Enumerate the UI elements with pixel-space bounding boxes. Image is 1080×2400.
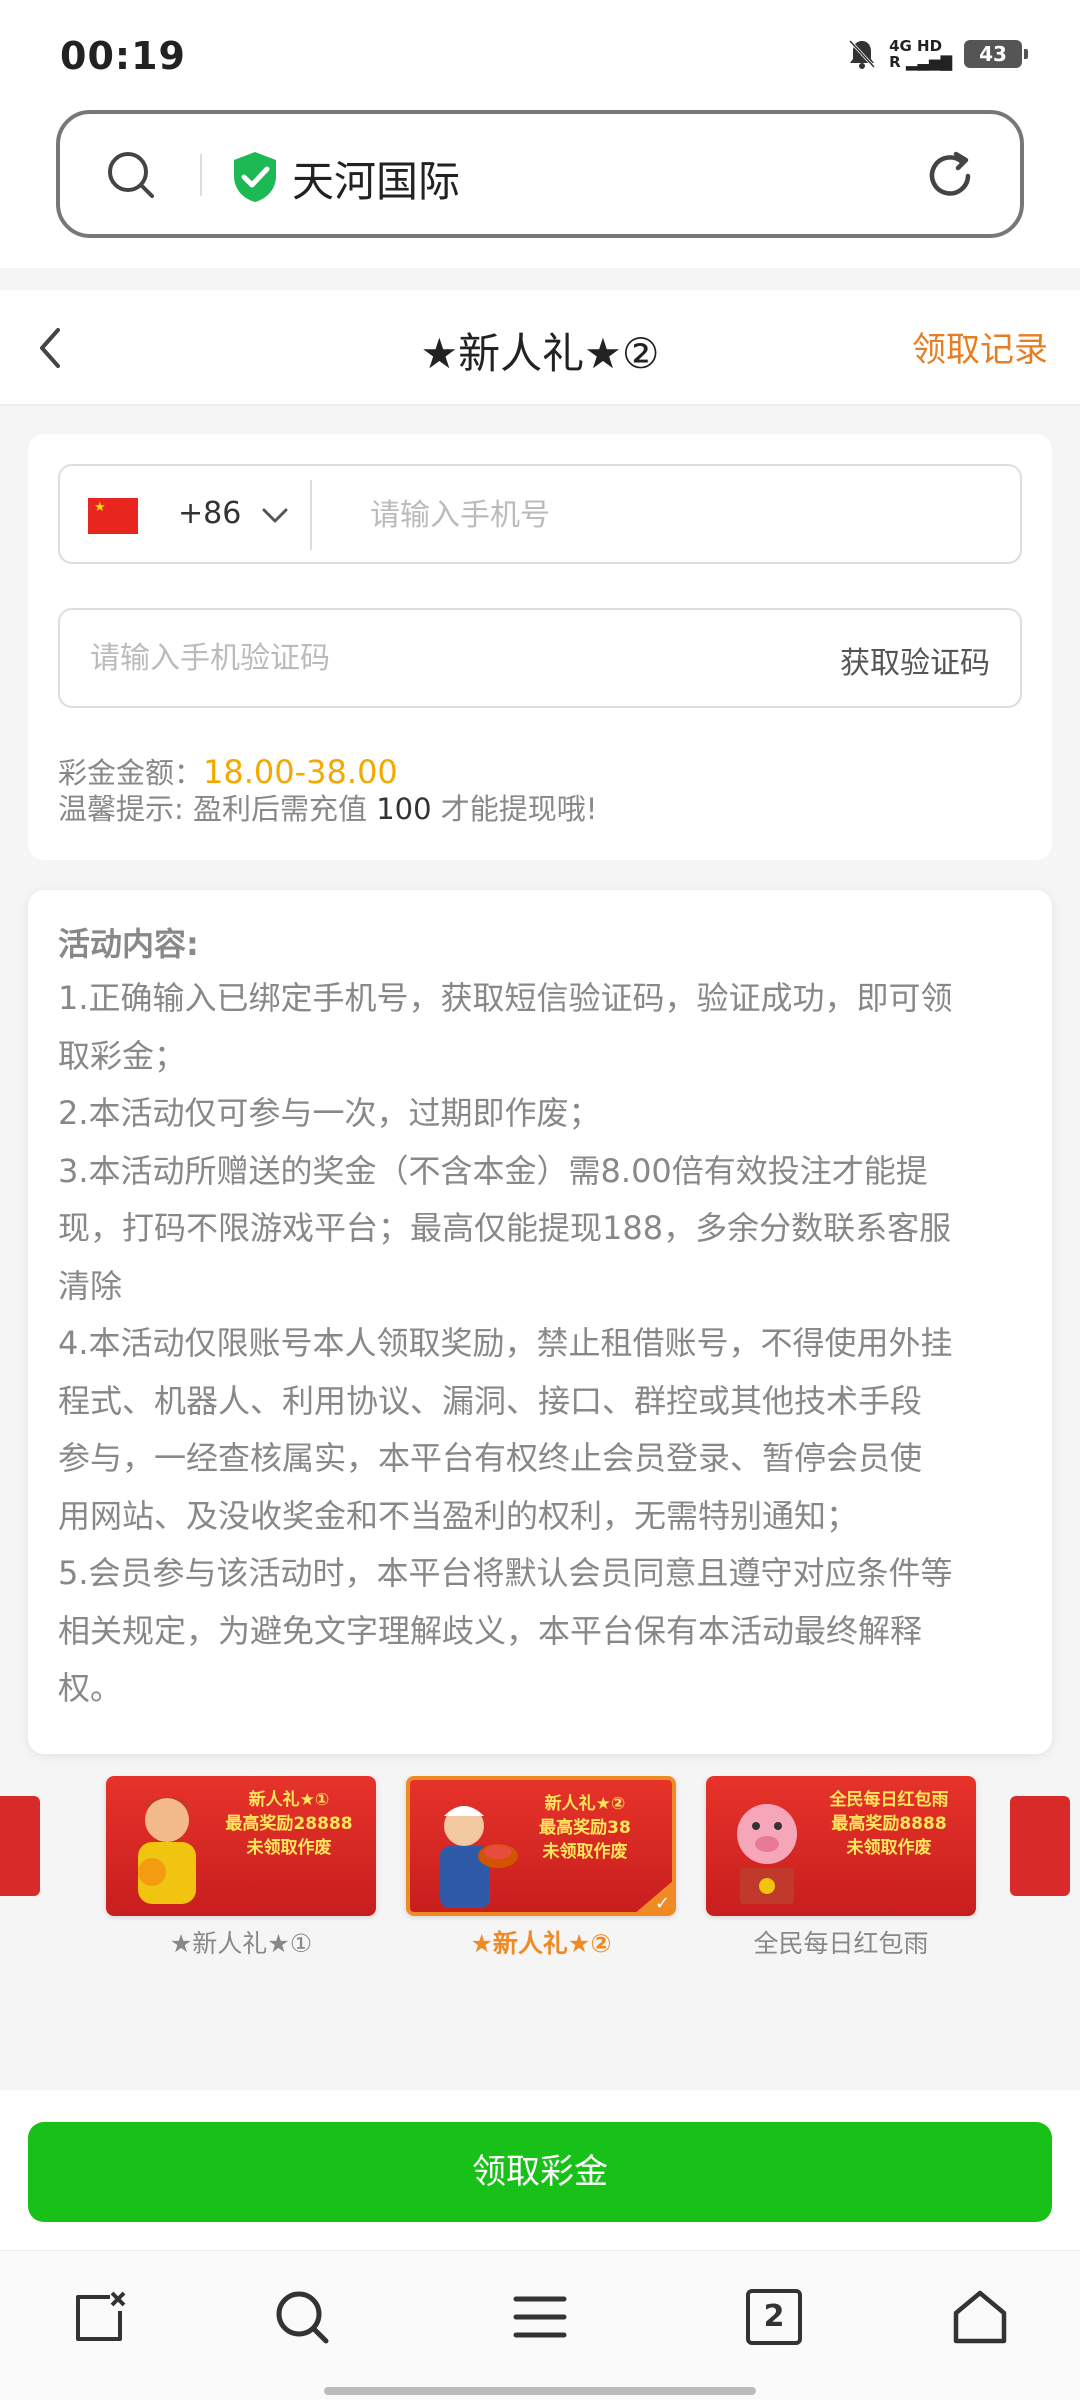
reload-icon[interactable] [922, 148, 978, 204]
battery-icon: 43 [964, 40, 1028, 68]
screen: 00:19 4G HD R ▂▃▅▇ 43 天河国际 ★新人礼★② 领取记录 ★… [0, 0, 1080, 2400]
address-bar[interactable]: 天河国际 [56, 110, 1024, 238]
phone-input[interactable] [330, 468, 1010, 562]
amount-label: 彩金金额： [58, 756, 204, 790]
get-code-button[interactable]: 获取验证码 [840, 638, 990, 682]
activity-line: 5.会员参与该活动时，本平台将默认会员同意且遵守对应条件等 [58, 1554, 953, 1592]
activity-line: 程式、机器人、利用协议、漏洞、接口、群控或其他技术手段 [58, 1381, 923, 1420]
activity-line: 相关规定，为避免文字理解歧义，本平台保有本活动最终解释 [58, 1611, 923, 1650]
promo-text: 全民每日红包雨 最高奖励8888 未领取作废 [814, 1788, 964, 1860]
promo-carousel[interactable]: 新人礼★① 最高奖励28888 未领取作废 ★新人礼★① 新人礼★② 最高奖励3… [0, 1776, 1080, 1976]
tip-suffix: 才能提现哦! [440, 792, 598, 826]
promo-card-partial-left[interactable] [0, 1796, 40, 1896]
promo-label-red-envelope[interactable]: 全民每日红包雨 [706, 1924, 976, 1960]
status-icons: 4G HD R ▂▃▅▇ 43 [847, 38, 1028, 70]
activity-line: 1.正确输入已绑定手机号，获取短信验证码，验证成功，即可领 [58, 979, 953, 1017]
country-code[interactable]: +86 [178, 496, 241, 531]
status-time: 00:19 [60, 34, 186, 78]
promo-line-2: 最高奖励8888 [831, 1814, 947, 1834]
promo-card-newbie-1[interactable]: 新人礼★① 最高奖励28888 未领取作废 [106, 1776, 376, 1916]
network-type: 4G HD [889, 37, 943, 55]
address-divider [200, 154, 202, 196]
verification-code-field: 获取验证码 [58, 608, 1022, 708]
tab-count: 2 [763, 2299, 785, 2334]
network-indicator: 4G HD R ▂▃▅▇ [889, 38, 952, 70]
page-header: ★新人礼★② 领取记录 [0, 290, 1080, 406]
browser-nav-bar: 2 [0, 2250, 1080, 2400]
mascot-image [138, 1797, 196, 1904]
tabs-icon[interactable]: 2 [746, 2289, 802, 2345]
promo-line-1: 新人礼★② [544, 1794, 626, 1814]
promo-text: 新人礼★① 最高奖励28888 未领取作废 [214, 1788, 364, 1860]
verification-code-input[interactable] [60, 610, 760, 706]
promo-line-1: 新人礼★① [248, 1790, 330, 1810]
search-icon[interactable] [272, 2287, 332, 2347]
activity-line: 用网站、及没收奖金和不当盈利的权利，无需特别通知； [58, 1496, 859, 1535]
promo-line-2: 最高奖励38 [539, 1818, 631, 1838]
promo-label-newbie-1[interactable]: ★新人礼★① [106, 1924, 376, 1960]
activity-line: 现，打码不限游戏平台；最高仅能提现188，多余分数联系客服 [58, 1209, 952, 1247]
shield-check-icon [234, 152, 276, 202]
home-icon[interactable] [950, 2287, 1010, 2347]
claim-form-card: ★ +86 获取验证码 彩金金额：18.00-38.00 温馨提示: 盈利后需充… [28, 434, 1052, 860]
home-indicator[interactable] [324, 2387, 756, 2395]
phone-divider [310, 480, 312, 550]
phone-field: ★ +86 [58, 464, 1022, 564]
promo-card-newbie-2[interactable]: 新人礼★② 最高奖励38 未领取作废 ✓ [406, 1776, 676, 1916]
promo-line-2: 最高奖励28888 [225, 1814, 353, 1834]
mute-bell-icon [848, 39, 876, 69]
promo-line-1: 全民每日红包雨 [829, 1790, 949, 1810]
selected-check-icon: ✓ [634, 1880, 672, 1912]
pig-mascot-image [737, 1804, 797, 1904]
signal-bars-icon: ▂▃▅▇ [900, 53, 952, 71]
search-icon[interactable] [106, 150, 156, 200]
promo-line-3: 未领取作废 [246, 1838, 332, 1858]
roaming-indicator: R [889, 53, 901, 71]
activity-content-card: 活动内容: 1.正确输入已绑定手机号，获取短信验证码，验证成功，即可领 取彩金；… [28, 890, 1052, 1754]
activity-line: 4.本活动仅限账号本人领取奖励，禁止租借账号，不得使用外挂 [58, 1324, 953, 1362]
activity-line: 参与，一经查核属实，本平台有权终止会员登录、暂停会员使 [58, 1439, 923, 1477]
promo-text: 新人礼★② 最高奖励38 未领取作废 [510, 1792, 660, 1864]
browser-chrome: 00:19 4G HD R ▂▃▅▇ 43 天河国际 [0, 0, 1080, 268]
claim-records-link[interactable]: 领取记录 [912, 322, 1048, 371]
edit-icon[interactable] [70, 2287, 130, 2347]
action-area: 领取彩金 [0, 2090, 1080, 2250]
activity-line: 3.本活动所赠送的奖金（不含本金）需8.00倍有效投注才能提 [58, 1151, 928, 1190]
site-name[interactable]: 天河国际 [292, 148, 460, 209]
activity-line: 清除 [58, 1266, 123, 1305]
activity-line: 2.本活动仅可参与一次，过期即作废； [58, 1094, 601, 1132]
promo-line-3: 未领取作废 [542, 1842, 628, 1862]
chef-mascot-image [440, 1806, 518, 1908]
claim-bonus-button[interactable]: 领取彩金 [28, 2122, 1052, 2222]
promo-line-3: 未领取作废 [846, 1838, 932, 1858]
chevron-down-icon[interactable] [260, 500, 290, 530]
menu-icon[interactable] [510, 2287, 570, 2347]
tip-prefix: 温馨提示: 盈利后需充值 [58, 792, 367, 826]
activity-line: 取彩金； [58, 1036, 187, 1075]
activity-title: 活动内容: [58, 925, 199, 963]
activity-line: 权。 [58, 1669, 123, 1707]
china-flag-icon[interactable]: ★ [88, 498, 138, 534]
promo-card-partial-right[interactable] [1010, 1796, 1070, 1896]
reminder-tip: 温馨提示: 盈利后需充值 100 才能提现哦! [58, 786, 597, 828]
tip-amount: 100 [376, 792, 432, 826]
promo-label-newbie-2[interactable]: ★新人礼★② [406, 1924, 676, 1960]
promo-card-red-envelope[interactable]: 全民每日红包雨 最高奖励8888 未领取作废 [706, 1776, 976, 1916]
